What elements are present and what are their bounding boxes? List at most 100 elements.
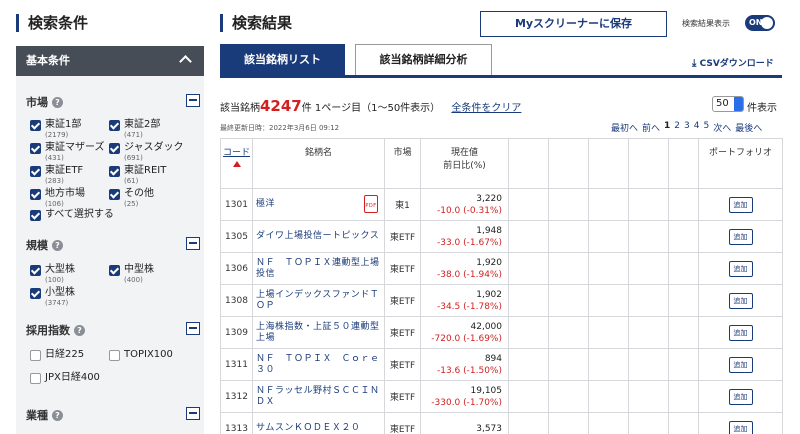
basic-conditions-header[interactable]: 基本条件 xyxy=(16,46,204,76)
code-sort-link[interactable]: コード xyxy=(223,148,250,158)
row-name-link[interactable]: ＮＦラッセル野村ＳＣＣＩＮＤＸ xyxy=(252,380,385,413)
pager-first-link[interactable]: 最初へ xyxy=(611,121,638,134)
table-row: 1301 極洋 PDF 東1 3,220 -10.0 (-0.31%) 追加 xyxy=(220,188,783,221)
row-empty xyxy=(628,188,669,221)
row-code: 1306 xyxy=(220,252,253,285)
checkbox-mid-cap[interactable]: 中型株 (400) xyxy=(109,264,154,284)
checkbox-topix100[interactable]: TOPIX100 xyxy=(109,349,173,361)
checkbox-unchecked-icon[interactable] xyxy=(109,350,120,361)
pager-next-link[interactable]: 次へ xyxy=(713,121,731,134)
checkbox-tse2[interactable]: 東証2部 (471) xyxy=(109,119,160,139)
checkbox-checked-icon[interactable] xyxy=(30,288,41,299)
add-to-portfolio-button[interactable]: 追加 xyxy=(728,292,753,309)
stepper-arrows-icon[interactable] xyxy=(734,97,743,111)
checkbox-nikkei225[interactable]: 日経225 xyxy=(30,349,84,361)
industry-collapse-icon[interactable] xyxy=(186,407,200,420)
add-to-portfolio-button[interactable]: 追加 xyxy=(728,260,753,277)
add-to-portfolio-button[interactable]: 追加 xyxy=(728,196,753,213)
add-to-portfolio-button[interactable]: 追加 xyxy=(728,356,753,373)
row-name-link[interactable]: 極洋 xyxy=(256,199,275,209)
checkbox-small-cap[interactable]: 小型株 (3747) xyxy=(30,287,75,307)
row-empty xyxy=(508,316,549,349)
tab-result-list[interactable]: 該当銘柄リスト xyxy=(220,44,345,75)
header-empty xyxy=(628,138,669,189)
checkbox-jasdaq[interactable]: ジャスダック (691) xyxy=(109,142,184,162)
market-collapse-icon[interactable] xyxy=(186,94,200,107)
checkbox-unchecked-icon[interactable] xyxy=(30,373,41,384)
row-empty xyxy=(508,380,549,413)
row-price: 19,105 xyxy=(470,385,503,396)
header-code[interactable]: コード xyxy=(220,138,253,189)
row-portfolio-cell: 追加 xyxy=(698,380,783,413)
row-empty xyxy=(668,380,699,413)
row-empty xyxy=(548,252,589,285)
checkbox-etf[interactable]: 東証ETF (283) xyxy=(30,165,83,185)
row-market: 東ETF xyxy=(384,316,421,349)
pager-page-link[interactable]: 2 xyxy=(674,121,680,134)
toggle-knob[interactable] xyxy=(761,17,773,29)
row-name-cell[interactable]: 極洋 PDF xyxy=(252,188,385,221)
add-to-portfolio-button[interactable]: 追加 xyxy=(728,420,753,434)
checkbox-checked-icon[interactable] xyxy=(109,166,120,177)
help-icon[interactable]: ? xyxy=(52,409,63,421)
checkbox-checked-icon[interactable] xyxy=(30,143,41,154)
row-name-link[interactable]: サムスンＫＯＤＥＸ２０ xyxy=(252,412,385,434)
add-to-portfolio-button[interactable]: 追加 xyxy=(728,388,753,405)
pager-last-link[interactable]: 最後へ xyxy=(735,121,762,134)
checkbox-checked-icon[interactable] xyxy=(109,143,120,154)
tab-detail-analysis[interactable]: 該当銘柄詳細分析 xyxy=(355,44,492,75)
row-price-cell: 894 -13.6 (-1.50%) xyxy=(420,348,509,381)
checkbox-large-cap[interactable]: 大型株 (100) xyxy=(30,264,75,284)
checkbox-mothers[interactable]: 東証マザーズ (431) xyxy=(30,142,105,162)
row-name-link[interactable]: ダイワ上場投信ートピックス xyxy=(252,220,385,253)
row-name-link[interactable]: 上場インデックスファンドＴＯＰ xyxy=(252,284,385,317)
row-empty xyxy=(548,220,589,253)
scale-collapse-icon[interactable] xyxy=(186,237,200,250)
save-to-my-screener-button[interactable]: Myスクリーナーに保存 xyxy=(480,11,667,37)
checkbox-checked-icon[interactable] xyxy=(109,265,120,276)
row-name-link[interactable]: ＮＦ ＴＯＰＩＸ Ｃｏｒｅ３０ xyxy=(252,348,385,381)
chevron-up-icon[interactable] xyxy=(179,55,192,68)
table-row: 1306 ＮＦ ＴＯＰＩＸ連動型上場投信 東ETF 1,920 -38.0 (-1… xyxy=(220,252,783,285)
checkbox-jpx400[interactable]: JPX日経400 xyxy=(30,372,100,384)
row-name-link[interactable]: ＮＦ ＴＯＰＩＸ連動型上場投信 xyxy=(252,252,385,285)
row-empty xyxy=(588,252,629,285)
checkbox-checked-icon[interactable] xyxy=(30,210,41,221)
checkbox-other[interactable]: その他 (25) xyxy=(109,188,154,208)
select-all-checkbox[interactable]: すべて選択する xyxy=(30,209,114,221)
help-icon[interactable]: ? xyxy=(52,239,63,251)
header-price-line2: 前日比(%) xyxy=(443,161,486,171)
add-to-portfolio-button[interactable]: 追加 xyxy=(728,324,753,341)
row-empty xyxy=(508,220,549,253)
index-collapse-icon[interactable] xyxy=(186,322,200,335)
header-empty xyxy=(508,138,549,189)
per-page-stepper[interactable]: 50 xyxy=(712,96,744,112)
checkbox-unchecked-icon[interactable] xyxy=(30,350,41,361)
row-name-link[interactable]: 上海株指数・上証５０連動型上場 xyxy=(252,316,385,349)
row-empty xyxy=(548,284,589,317)
checkbox-tse1[interactable]: 東証1部 (2179) xyxy=(30,119,81,139)
checkbox-checked-icon[interactable] xyxy=(30,265,41,276)
checkbox-checked-icon[interactable] xyxy=(30,120,41,131)
checkbox-local[interactable]: 地方市場 (106) xyxy=(30,188,85,208)
pdf-icon[interactable]: PDF xyxy=(364,195,378,213)
row-price: 3,220 xyxy=(476,193,502,204)
checkbox-reit[interactable]: 東証REIT (61) xyxy=(109,165,166,185)
pager-page-link[interactable]: 5 xyxy=(704,121,710,134)
select-all-label[interactable]: すべて選択する xyxy=(45,209,114,221)
help-icon[interactable]: ? xyxy=(74,324,85,336)
hits-suffix: 件 1ページ目（1〜50件表示） xyxy=(301,103,441,114)
help-icon[interactable]: ? xyxy=(52,96,63,108)
checkbox-checked-icon[interactable] xyxy=(109,189,120,200)
checkbox-checked-icon[interactable] xyxy=(30,166,41,177)
pager-prev-link[interactable]: 前へ xyxy=(642,121,660,134)
pager-page-link[interactable]: 4 xyxy=(694,121,700,134)
csv-download-link[interactable]: ⤓ CSVダウンロード xyxy=(692,56,774,69)
checkbox-checked-icon[interactable] xyxy=(30,189,41,200)
add-to-portfolio-button[interactable]: 追加 xyxy=(728,228,753,245)
pager-page-link[interactable]: 3 xyxy=(684,121,690,134)
clear-all-conditions-link[interactable]: 全条件をクリア xyxy=(451,103,521,114)
checkbox-checked-icon[interactable] xyxy=(109,120,120,131)
row-price-cell: 19,105 -330.0 (-1.70%) xyxy=(420,380,509,413)
results-display-toggle[interactable]: ON xyxy=(745,15,775,31)
